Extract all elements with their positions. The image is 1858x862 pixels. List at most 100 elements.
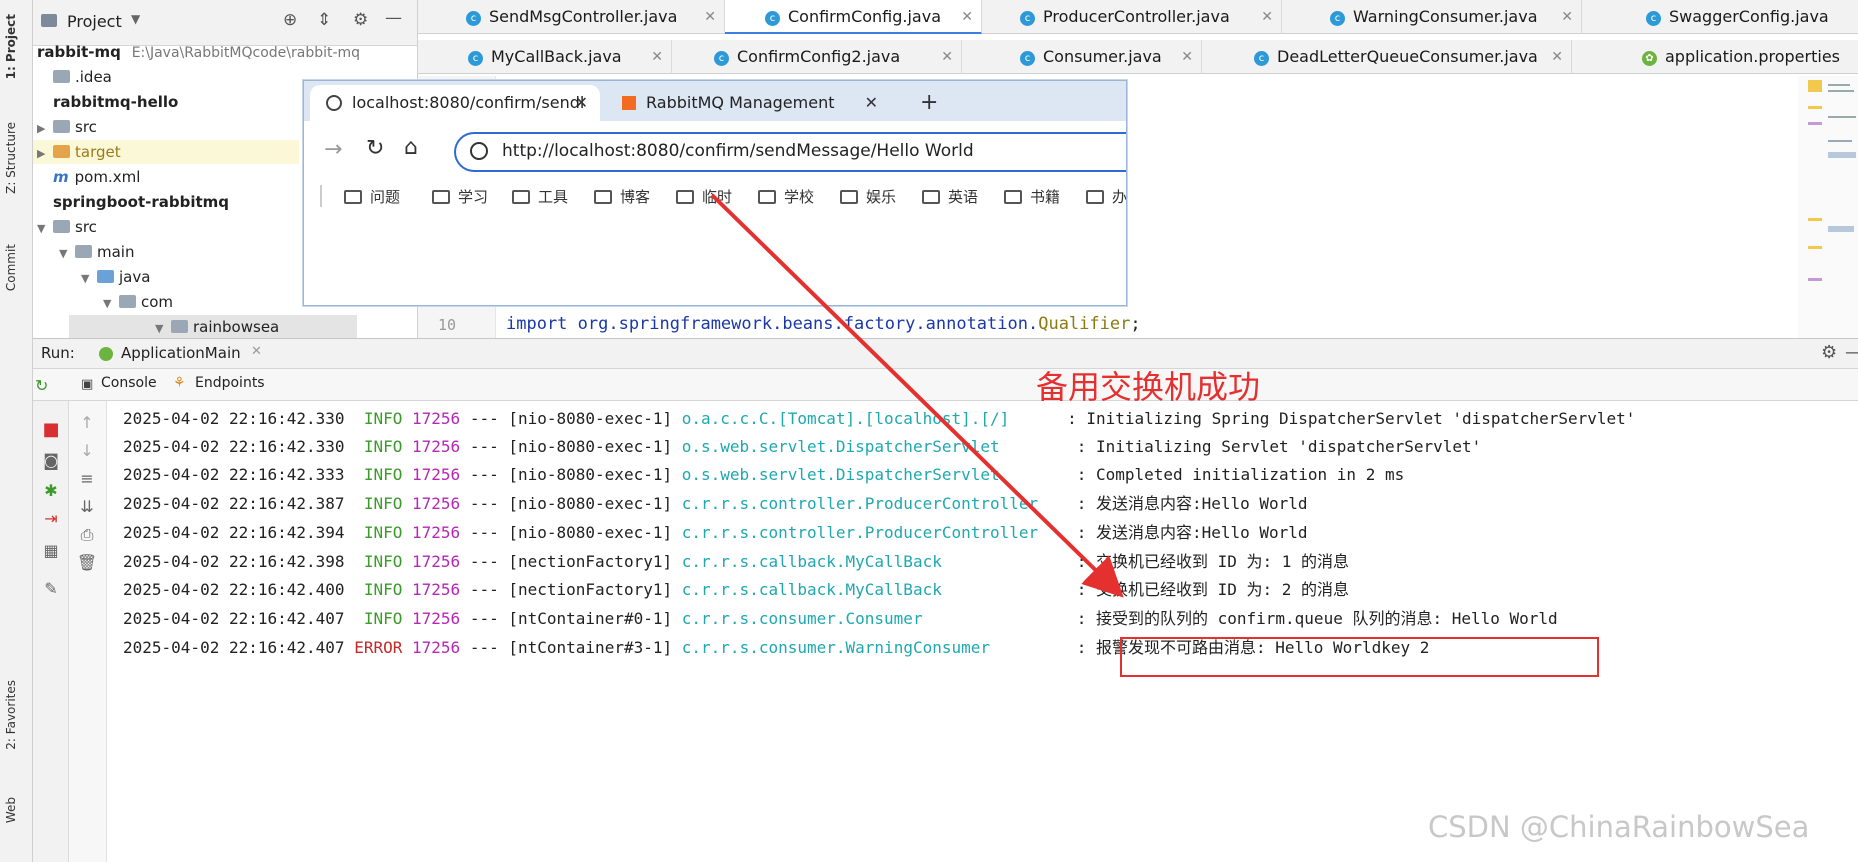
tab-mycallback[interactable]: c MyCallBack.java ✕ — [418, 40, 672, 74]
reload-icon[interactable]: ↻ — [366, 136, 384, 161]
bookmark-folder[interactable]: 学习 — [432, 185, 488, 209]
locate-icon[interactable]: ⊕ — [283, 10, 297, 30]
browser-tab-confirm[interactable]: localhost:8080/confirm/sendl ✕ — [310, 85, 600, 121]
address-bar[interactable]: http://localhost:8080/confirm/sendMessag… — [454, 132, 1126, 172]
chevron-down-icon[interactable]: ▼ — [59, 242, 75, 266]
minimize-icon[interactable]: — — [1845, 342, 1858, 363]
close-icon[interactable]: ✕ — [251, 344, 262, 359]
close-icon[interactable]: ✕ — [1551, 40, 1563, 74]
debug-icon[interactable]: ✱ — [39, 481, 63, 500]
bookmark-folder[interactable]: 工具 — [512, 185, 568, 209]
log-line[interactable]: 2025-04-02 22:16:42.398 INFO 17256 --- [… — [123, 548, 1349, 576]
tree-item-rabbit-mq[interactable]: rabbit-mq E:\Java\RabbitMQcode\rabbit-mq — [37, 40, 360, 64]
log-line[interactable]: 2025-04-02 22:16:42.333 INFO 17256 --- [… — [123, 461, 1404, 489]
soft-wrap-icon[interactable]: ≡ — [75, 469, 99, 488]
tree-item-rabbitmq-hello[interactable]: rabbitmq-hello — [37, 90, 178, 114]
down-arrow-icon[interactable]: ↓ — [75, 441, 99, 460]
tree-item-springboot-rabbitmq[interactable]: springboot-rabbitmq — [37, 190, 229, 214]
tab-consumer[interactable]: c Consumer.java ✕ — [962, 40, 1202, 74]
project-view-selector[interactable]: Project — [67, 12, 122, 31]
layout-icon[interactable]: ▦ — [39, 541, 63, 560]
home-icon[interactable]: ⌂ — [404, 135, 418, 160]
site-info-icon[interactable] — [470, 142, 488, 160]
bookmark-label: 学校 — [784, 188, 815, 206]
log-message: : 发送消息内容:Hello World — [1076, 494, 1308, 513]
chevron-down-icon[interactable]: ▼ — [103, 292, 119, 316]
log-line[interactable]: 2025-04-02 22:16:42.394 INFO 17256 --- [… — [123, 519, 1308, 547]
tab-confirmconfig2[interactable]: c ConfirmConfig2.java ✕ — [672, 40, 962, 74]
bookmark-folder[interactable]: 临时 — [676, 185, 732, 209]
tab-swaggerconfig[interactable]: c SwaggerConfig.java — [1582, 0, 1858, 34]
close-icon[interactable]: ✕ — [704, 0, 716, 34]
tree-item-main[interactable]: ▼ main — [59, 240, 134, 264]
log-line[interactable]: 2025-04-02 22:16:42.330 INFO 17256 --- [… — [123, 433, 1481, 461]
tab-producercontroller[interactable]: c ProducerController.java ✕ — [982, 0, 1282, 34]
chevron-down-icon[interactable]: ▼ — [37, 217, 53, 241]
browser-tab-rabbitmq[interactable]: RabbitMQ Management ✕ — [606, 85, 890, 121]
bookmark-folder[interactable]: 娱乐 — [840, 185, 896, 209]
trash-icon[interactable]: 🗑 — [75, 553, 99, 572]
tree-item-src[interactable]: ▶ src — [37, 115, 97, 139]
tab-console[interactable]: Console — [101, 375, 157, 391]
tree-item-com[interactable]: ▼ com — [103, 290, 173, 314]
tab-confirmconfig[interactable]: c ConfirmConfig.java ✕ — [725, 0, 982, 34]
bookmark-folder[interactable]: 学校 — [758, 185, 814, 209]
favorites-tool-tab[interactable]: 2: Favorites — [4, 680, 18, 750]
up-arrow-icon[interactable]: ↑ — [75, 413, 99, 432]
rerun-icon[interactable]: ↻ — [35, 376, 48, 395]
tab-warningconsumer[interactable]: c WarningConsumer.java ✕ — [1282, 0, 1582, 34]
forward-icon[interactable]: → — [324, 137, 342, 162]
tree-item-java[interactable]: ▼ java — [81, 265, 150, 289]
tab-sendmsgcontroller[interactable]: c SendMsgController.java ✕ — [418, 0, 725, 34]
close-icon[interactable]: ✕ — [1561, 0, 1573, 34]
bookmark-folder[interactable]: 博客 — [594, 185, 650, 209]
tree-item-idea[interactable]: .idea — [37, 65, 112, 89]
close-icon[interactable]: ✕ — [575, 85, 588, 121]
log-line[interactable]: 2025-04-02 22:16:42.407 INFO 17256 --- [… — [123, 605, 1558, 633]
close-icon[interactable]: ✕ — [651, 40, 663, 74]
bookmark-folder[interactable]: 书籍 — [1004, 185, 1060, 209]
run-config-tab[interactable]: ApplicationMain — [121, 344, 241, 362]
bookmark-folder[interactable]: 英语 — [922, 185, 978, 209]
close-icon[interactable]: ✕ — [961, 0, 973, 34]
minimize-icon[interactable]: — — [385, 8, 402, 28]
chevron-down-icon[interactable]: ▼ — [81, 267, 97, 291]
camera-icon[interactable]: ◙ — [39, 451, 63, 470]
log-line[interactable]: 2025-04-02 22:16:42.400 INFO 17256 --- [… — [123, 576, 1349, 604]
log-line[interactable]: 2025-04-02 22:16:42.387 INFO 17256 --- [… — [123, 490, 1308, 518]
log-line[interactable]: 2025-04-02 22:16:42.330 INFO 17256 --- [… — [123, 405, 1635, 433]
tree-item-src-2[interactable]: ▼ src — [37, 215, 97, 239]
collapse-icon[interactable]: ⇕ — [317, 10, 331, 30]
pin-icon[interactable]: ✎ — [39, 579, 63, 598]
gear-icon[interactable]: ⚙ — [1821, 342, 1837, 363]
log-level: INFO — [363, 437, 403, 456]
commit-tool-tab[interactable]: Commit — [4, 244, 18, 291]
close-icon[interactable]: ✕ — [1261, 0, 1273, 34]
log-pid: 17256 — [412, 523, 461, 542]
new-tab-button[interactable]: + — [904, 85, 938, 121]
project-tool-tab[interactable]: 1: Project — [4, 14, 18, 79]
bookmark-folder[interactable]: 问题 — [344, 185, 400, 209]
print-icon[interactable]: ⎙ — [75, 525, 99, 545]
chevron-down-icon[interactable]: ▼ — [131, 12, 140, 26]
close-icon[interactable]: ✕ — [865, 85, 878, 121]
chevron-right-icon[interactable]: ▶ — [37, 142, 53, 166]
exit-icon[interactable]: ⇥ — [39, 509, 63, 528]
web-tool-tab[interactable]: Web — [4, 797, 18, 823]
tree-item-pom[interactable]: m pom.xml — [53, 165, 140, 189]
gear-icon[interactable]: ⚙ — [353, 10, 368, 30]
tab-deadletterqueueconsumer[interactable]: c DeadLetterQueueConsumer.java ✕ — [1202, 40, 1572, 74]
code-line[interactable]: import org.springframework.beans.factory… — [506, 314, 1141, 334]
tab-application-properties[interactable]: ✿ application.properties — [1572, 40, 1858, 74]
bookmark-folder[interactable]: 办 — [1086, 185, 1126, 209]
scroll-to-end-icon[interactable]: ⇊ — [75, 497, 99, 516]
tree-item-rainbowsea[interactable]: ▼ rainbowsea — [69, 315, 357, 339]
stop-icon[interactable]: ■ — [39, 419, 63, 440]
tab-endpoints[interactable]: Endpoints — [195, 375, 265, 391]
close-icon[interactable]: ✕ — [941, 40, 953, 74]
tree-item-target[interactable]: ▶ target — [33, 140, 299, 164]
close-icon[interactable]: ✕ — [1181, 40, 1193, 74]
structure-tool-tab[interactable]: Z: Structure — [4, 122, 18, 194]
editor-minimap[interactable] — [1798, 76, 1858, 338]
chevron-right-icon[interactable]: ▶ — [37, 117, 53, 141]
